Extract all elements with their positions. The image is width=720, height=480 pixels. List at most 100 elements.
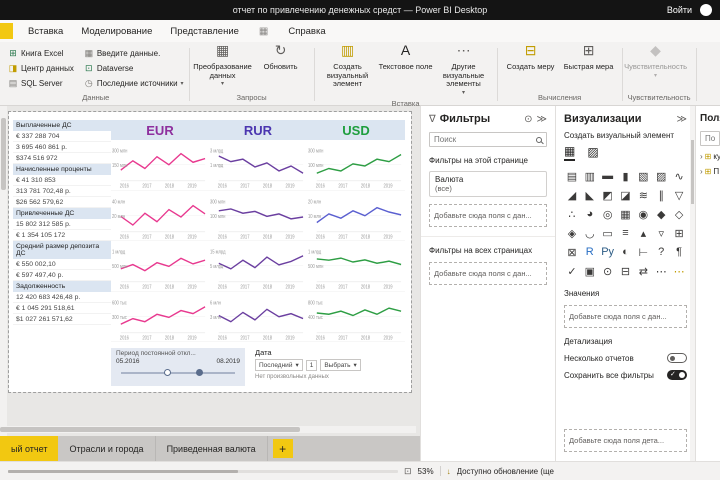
date-value-input[interactable]: 1 [305,359,318,371]
quick-measure-button[interactable]: ⊞ Быстрая мера [561,43,617,72]
scrollbar-thumb[interactable] [0,427,300,432]
scatter-chart-icon[interactable]: ∴ [564,205,580,223]
sparkline-eur-chart[interactable]: 300 млн 150 млн 2016 2017 2018 2019 [111,140,209,191]
line-chart-icon[interactable]: ∿ [671,167,687,185]
matrix-visual-icon[interactable]: ⊠ [564,243,580,261]
account-avatar[interactable] [700,4,712,16]
ribbon-tab-4[interactable]: Справка [279,20,334,42]
funnel-chart-icon[interactable]: ▽ [671,186,687,204]
period-slider-handle-start[interactable] [164,369,172,376]
key-influencers-icon[interactable]: ◐ [618,243,634,261]
report-page[interactable]: EUR RUR USD Выплаченные ДС € 337 288 704 3 6… [8,111,412,393]
stacked-column-chart-icon[interactable]: ▥ [582,167,598,185]
filter-card-currency[interactable]: Валюта (все) [429,171,547,197]
ribbon-tab-3[interactable]: Представление [161,20,248,42]
keep-all-filters-toggle[interactable]: ✓ [667,370,687,380]
map-icon[interactable]: ◉ [635,205,651,223]
line-and-clustered-column-chart-icon[interactable]: ◪ [618,186,634,204]
drillthrough-drop-area[interactable]: Добавьте сюда поля дета... [564,429,687,452]
100-stacked-column-chart-icon[interactable]: ▨ [653,167,669,185]
python-visual-icon[interactable]: Py [600,243,616,261]
sparkline-eur-chart[interactable]: 600 тыс 300 тыс 2016 2017 2018 2019 [111,292,209,342]
sparkline-usd-chart[interactable]: 20 млн 10 млн 2016 2017 2018 2019 [307,191,405,241]
format-visual-tab-icon[interactable]: ▨ [587,145,598,160]
shape-map-icon[interactable]: ◇ [671,205,687,223]
update-available-icon[interactable]: ↓ [447,467,451,476]
kpi-icon[interactable]: ▴ [635,224,651,242]
date-mode-dropdown[interactable]: Последний ▾ [255,359,303,371]
get-more-visuals-icon[interactable]: ⋯ [671,262,687,280]
sql-server-button[interactable]: ▤ SQL Server [8,78,74,89]
sparkline-rur-chart[interactable]: 300 млн 100 млн 2016 2017 2018 2019 [209,191,307,241]
ribbon-tab-2[interactable]: Моделирование [72,20,161,42]
treemap-icon[interactable]: ▦ [618,205,634,223]
field-item[interactable]: › ⊞ П [700,167,720,176]
recent-sources-button[interactable]: ◷ Последние источники ▾ [84,78,184,89]
sparkline-usd-chart[interactable]: 800 тыс 400 тыс 2016 2017 2018 2019 [307,292,405,342]
scrollbar-thumb[interactable] [1,118,6,190]
metrics-table[interactable]: Выплаченные ДС € 337 288 704 3 695 460 861… [13,120,111,325]
metrics-visual-icon[interactable]: ✓ [564,262,580,280]
sensitivity-button[interactable]: ◆ Чувствительность ▾ [624,43,687,80]
filters-search-box[interactable] [429,132,547,147]
build-visual-tab-icon[interactable]: ▦ [564,144,576,161]
sparkline-rur-chart[interactable]: 15 млрд 5 млрд 2016 2017 2018 2019 [209,241,307,292]
text-box-button[interactable]: A Текстовое поле [378,43,434,97]
canvas-vertical-scrollbar[interactable] [0,106,7,436]
scrollbar-thumb[interactable] [8,469,238,473]
period-slider-track[interactable] [121,369,235,376]
new-visual-button[interactable]: ▥ Создать визуальный элемент [320,43,376,97]
ribbon-tab-1[interactable]: Вставка [19,20,72,42]
field-item[interactable]: ›⊞ку [700,152,720,161]
file-menu-button[interactable] [0,23,13,39]
collapse-pane-icon[interactable]: ≫ [537,114,547,125]
canvas-horizontal-scrollbar[interactable] [0,426,416,433]
stacked-bar-chart-icon[interactable]: ▤ [564,167,580,185]
filled-map-icon[interactable]: ◆ [653,205,669,223]
fields-search-input[interactable] [705,134,715,143]
scrollbar-thumb[interactable] [691,140,694,204]
waterfall-chart-icon[interactable]: ∥ [653,186,669,204]
multi-row-card-icon[interactable]: ≡ [618,224,634,242]
values-drop-area[interactable]: Добавьте сюда поля с дан... [564,305,687,328]
date-slicer[interactable]: Дата Последний ▾ 1 Выбрать ▾ Нет произво… [255,348,405,388]
fields-search-box[interactable] [700,131,720,146]
card-icon[interactable]: ▭ [600,224,616,242]
filters-drop-area-page[interactable]: Добавьте сюда поля с дан... [429,204,547,227]
date-unit-dropdown[interactable]: Выбрать ▾ [320,359,361,371]
chevron-right-icon[interactable]: › [700,152,703,161]
stacked-area-chart-icon[interactable]: ◣ [582,186,598,204]
page-tab-3[interactable]: Приведенная валюта [156,436,268,461]
transform-data-button[interactable]: ▦ Преобразование данных ▾ [193,43,252,89]
page-tab-2[interactable]: Отрасли и города [58,436,156,461]
pie-chart-icon[interactable]: ◕ [582,205,598,223]
clustered-bar-chart-icon[interactable]: ▬ [600,167,616,185]
multiple-reports-toggle[interactable] [667,353,687,363]
excel-workbook-button[interactable]: ⊞ Книга Excel [8,48,74,59]
sparkline-rur-chart[interactable]: 6 млн 3 млн 2016 2017 2018 2019 [209,292,307,342]
filters-search-input[interactable] [434,135,533,144]
line-and-stacked-column-chart-icon[interactable]: ◩ [600,186,616,204]
power-automate-icon[interactable]: ⇄ [635,262,651,280]
sign-in-button[interactable]: Войти [667,5,692,15]
page-tab-1[interactable]: ый отчет [0,436,59,461]
table-visual-icon[interactable]: ⊞ [671,224,687,242]
chevron-right-icon[interactable]: › [700,167,703,176]
sparkline-usd-chart[interactable]: 1 млрд 500 млн 2016 2017 2018 2019 [307,241,405,292]
more-visuals-button[interactable]: ⋯ Другие визуальные элементы ▾ [436,43,492,97]
ribbon-chart-icon[interactable]: ≋ [635,186,651,204]
slicer-icon[interactable]: ▿ [653,224,669,242]
status-scrollbar[interactable] [8,469,398,473]
decomposition-tree-icon[interactable]: ⊢ [635,243,651,261]
collapse-pane-icon[interactable]: ≫ [677,114,687,125]
donut-chart-icon[interactable]: ◎ [600,205,616,223]
update-available-text[interactable]: Доступно обновление (ще [457,467,554,476]
new-measure-button[interactable]: ⊟ Создать меру [503,43,559,72]
sparkline-rur-chart[interactable]: 3 млрд 1 млрд 2016 2017 2018 2019 [209,140,307,191]
power-apps-icon[interactable]: ⊟ [618,262,634,280]
sparkline-usd-chart[interactable]: 300 млн 100 млн 2016 2017 2018 2019 [307,140,405,191]
gauge-icon[interactable]: ◡ [582,224,598,242]
zoom-level[interactable]: 53% [418,467,434,476]
new-page-button[interactable]: + [272,439,293,458]
period-slicer[interactable]: Период постоянной откл... 05.2016 08.201… [111,348,245,386]
